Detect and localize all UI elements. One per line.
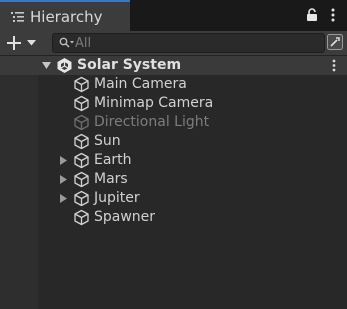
item-label: Sun	[94, 133, 121, 149]
chevron-down-icon	[27, 40, 36, 46]
tab-title: Hierarchy	[30, 8, 103, 26]
item-label: Jupiter	[94, 190, 140, 206]
gameobject-cube-icon	[74, 76, 89, 93]
hierarchy-toolbar	[0, 31, 347, 56]
list-item-directional-light[interactable]: Directional Light	[0, 113, 347, 132]
scene-menu-icon[interactable]	[332, 59, 336, 72]
scene-name: Solar System	[77, 57, 182, 73]
window-tab-bar: Hierarchy	[0, 0, 347, 31]
hierarchy-tree: Solar System Main Camera Minimap Camera …	[0, 56, 347, 309]
gameobject-cube-icon	[74, 152, 89, 169]
expand-arrow-right-icon[interactable]	[59, 156, 68, 165]
item-label: Minimap Camera	[94, 95, 214, 111]
item-label: Directional Light	[94, 114, 210, 130]
create-button[interactable]	[4, 33, 40, 53]
expand-arrow-right-icon[interactable]	[59, 194, 68, 203]
search-field[interactable]	[52, 33, 325, 53]
item-label: Spawner	[94, 209, 156, 225]
scene-picker-icon[interactable]	[327, 34, 343, 50]
gameobject-cube-icon	[74, 114, 89, 131]
list-item-earth[interactable]: Earth	[0, 151, 347, 170]
gameobject-cube-icon	[74, 171, 89, 188]
list-item-mars[interactable]: Mars	[0, 170, 347, 189]
search-icon	[59, 37, 74, 48]
hierarchy-list-icon	[11, 12, 24, 22]
kebab-menu-icon[interactable]	[331, 8, 335, 22]
list-item-jupiter[interactable]: Jupiter	[0, 189, 347, 208]
list-item-main-camera[interactable]: Main Camera	[0, 75, 347, 94]
gameobject-cube-icon	[74, 209, 89, 226]
list-item-spawner[interactable]: Spawner	[0, 208, 347, 227]
scene-row[interactable]: Solar System	[0, 56, 347, 75]
lock-icon[interactable]	[306, 8, 318, 22]
item-label: Mars	[94, 171, 128, 187]
gameobject-cube-icon	[74, 95, 89, 112]
expand-arrow-down-icon[interactable]	[42, 61, 51, 70]
list-item-sun[interactable]: Sun	[0, 132, 347, 151]
list-item-minimap-camera[interactable]: Minimap Camera	[0, 94, 347, 113]
item-label: Earth	[94, 152, 132, 168]
plus-icon	[7, 36, 21, 50]
expand-arrow-right-icon[interactable]	[59, 175, 68, 184]
gameobject-cube-icon	[74, 133, 89, 150]
unity-logo-icon	[57, 58, 72, 73]
tab-hierarchy[interactable]: Hierarchy	[0, 0, 130, 31]
search-input[interactable]	[75, 34, 315, 52]
gameobject-cube-icon	[74, 190, 89, 207]
item-label: Main Camera	[94, 76, 187, 92]
